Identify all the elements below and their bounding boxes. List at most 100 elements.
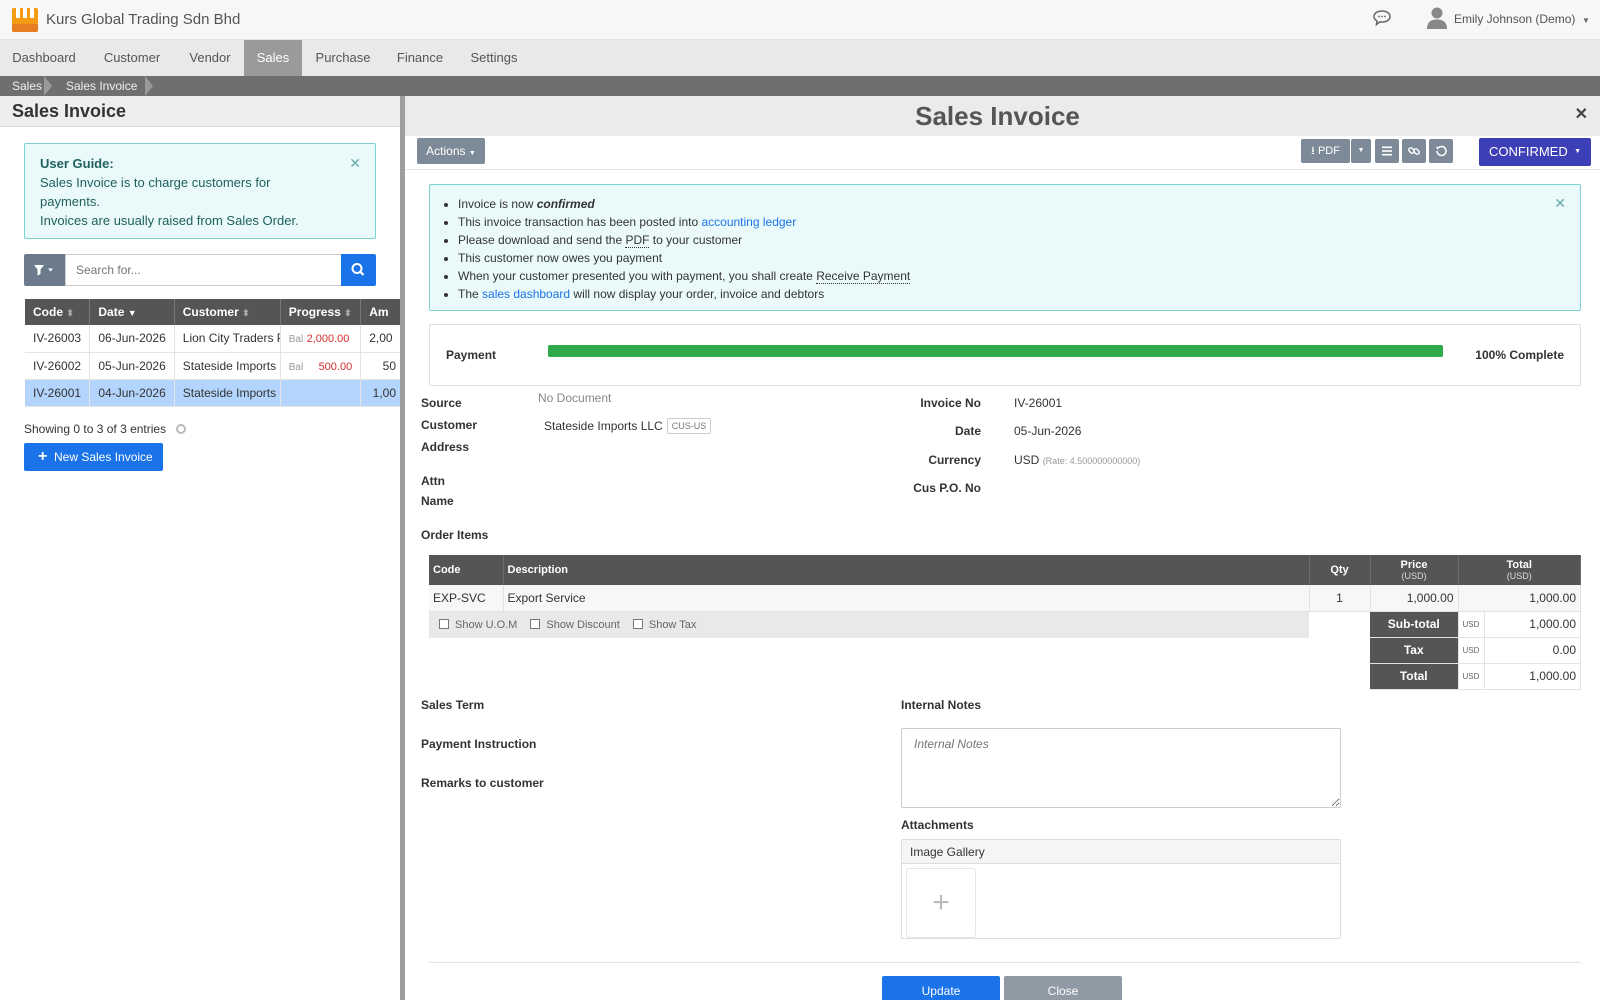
table-row-selected[interactable]: IV-26001 04-Jun-2026 Stateside Imports I… [25, 379, 400, 407]
notice-item: Invoice is now confirmed [458, 195, 1565, 213]
user-avatar-icon[interactable] [1426, 6, 1448, 30]
row-amount: 1,00 [360, 379, 400, 407]
date-label: Date [954, 424, 981, 438]
update-button[interactable]: Update [882, 976, 1000, 1000]
breadcrumb-sales-invoice[interactable]: Sales Invoice [66, 76, 137, 96]
col-price: Price (USD) [1370, 555, 1459, 585]
order-items-header: Code Description Qty Price (USD) Total (US… [429, 555, 1581, 585]
address-label: Address [421, 440, 470, 454]
breadcrumb-sales[interactable]: Sales [12, 76, 42, 96]
order-items-table: Code Description Qty Price (USD) Total (US… [429, 555, 1581, 690]
sales-dashboard-link[interactable]: sales dashboard [482, 287, 570, 301]
column-header-amount[interactable]: Am [360, 299, 400, 325]
nav-dashboard[interactable]: Dashboard [0, 40, 88, 76]
column-header-date[interactable]: Date ▼ [89, 299, 175, 325]
actions-button[interactable]: Actions ▼ [417, 138, 485, 164]
nav-settings[interactable]: Settings [456, 40, 532, 76]
breadcrumb: Sales Sales Invoice [0, 76, 1600, 96]
notice-item: Please download and send the PDF to your… [458, 231, 1565, 249]
row-amount: 50 [360, 352, 400, 380]
row-progress: Bal 2,000.00 [280, 325, 362, 353]
company-logo-icon[interactable] [12, 8, 38, 32]
show-tax-checkbox[interactable] [632, 618, 643, 629]
column-header-code[interactable]: Code ⬍ [25, 299, 91, 325]
nav-finance[interactable]: Finance [384, 40, 456, 76]
search-input[interactable] [65, 254, 342, 286]
pdf-button[interactable]: ⭳ PDF [1301, 139, 1350, 163]
col-total: Total (USD) [1458, 555, 1581, 585]
user-menu-caret-icon[interactable]: ▼ [1582, 16, 1590, 25]
display-options: Show U.O.M Show Discount Show Tax [429, 611, 1370, 689]
order-items-title: Order Items [421, 528, 489, 542]
invoice-no-label: Invoice No [920, 396, 981, 410]
internal-notes-field[interactable] [901, 728, 1341, 808]
nav-vendor[interactable]: Vendor [176, 40, 244, 76]
add-image-plus-icon[interactable]: + [906, 868, 976, 938]
receive-payment-link[interactable]: Receive Payment [816, 269, 911, 284]
filter-button[interactable] [24, 254, 66, 286]
close-icon[interactable]: ✕ [349, 154, 361, 173]
total-label: Total [1370, 663, 1459, 690]
customer-value[interactable]: Stateside Imports LLC [544, 419, 663, 433]
new-sales-invoice-button[interactable]: + New Sales Invoice [24, 443, 163, 471]
accounting-ledger-link[interactable]: accounting ledger [701, 215, 796, 229]
close-icon[interactable]: ✕ [1575, 104, 1588, 124]
invoice-list-panel: Sales Invoice User Guide: Sales Invoice … [0, 96, 400, 1000]
link-icon [1408, 147, 1420, 155]
item-price: 1,000.00 [1370, 585, 1459, 612]
image-gallery: Image Gallery + [901, 839, 1341, 939]
subtotal-label: Sub-total [1370, 611, 1459, 638]
chat-icon[interactable] [1372, 9, 1392, 27]
show-tax-label[interactable]: Show Tax [649, 619, 697, 631]
pdf-dropdown-button[interactable]: ▼ [1351, 139, 1371, 163]
subtotal-value: 1,000.00 [1484, 611, 1581, 638]
gear-icon[interactable] [176, 424, 186, 434]
invoice-detail-panel: Sales Invoice ✕ Actions ▼ ⭳ PDF ▼ CONFIR… [405, 96, 1600, 1000]
total-currency: USD [1458, 663, 1485, 690]
customer-label: Customer [421, 418, 478, 432]
status-label: CONFIRMED [1489, 144, 1568, 159]
close-icon[interactable]: ✕ [1554, 195, 1566, 212]
link-button[interactable] [1402, 139, 1426, 163]
show-discount-label[interactable]: Show Discount [546, 619, 619, 631]
table-row[interactable]: IV-26003 06-Jun-2026 Lion City Traders P… [25, 325, 400, 353]
internal-notes-label: Internal Notes [901, 698, 982, 712]
detail-header: Sales Invoice ✕ [405, 96, 1600, 136]
row-customer: Lion City Traders P [174, 325, 281, 353]
payment-progress-fill [548, 345, 1443, 357]
table-row[interactable]: IV-26002 05-Jun-2026 Stateside Imports I… [25, 352, 400, 380]
show-uom-label[interactable]: Show U.O.M [455, 619, 517, 631]
nav-purchase[interactable]: Purchase [302, 40, 384, 76]
col-code: Code [429, 555, 504, 585]
breadcrumb-separator-icon [145, 76, 153, 96]
column-header-customer[interactable]: Customer ⬍ [174, 299, 281, 325]
show-discount-checkbox[interactable] [530, 618, 541, 629]
nav-customer[interactable]: Customer [88, 40, 176, 76]
status-confirmed-button[interactable]: CONFIRMED ▼ [1479, 138, 1591, 166]
pdf-link[interactable]: PDF [625, 233, 650, 248]
chevron-down-icon: ▼ [1574, 148, 1581, 155]
row-date: 06-Jun-2026 [89, 325, 175, 353]
show-uom-checkbox[interactable] [439, 618, 449, 629]
user-name[interactable]: Emily Johnson (Demo) [1454, 12, 1575, 26]
nav-sales[interactable]: Sales [244, 40, 302, 76]
search-icon [351, 263, 365, 276]
row-customer: Stateside Imports I [174, 352, 281, 380]
close-button[interactable]: Close [1004, 976, 1122, 1000]
payment-progress-text: 100% Complete [1475, 348, 1564, 362]
notice-item: When your customer presented you with pa… [458, 267, 1565, 285]
order-item-row[interactable]: EXP-SVC Export Service 1 1,000.00 1,000.… [429, 585, 1581, 612]
col-description: Description [503, 555, 1310, 585]
list-view-button[interactable] [1375, 139, 1399, 163]
column-header-progress[interactable]: Progress ⬍ [280, 299, 362, 325]
history-button[interactable] [1429, 139, 1453, 163]
user-guide-alert: User Guide: Sales Invoice is to charge c… [24, 143, 376, 239]
row-progress [280, 379, 362, 407]
plus-icon: + [38, 448, 48, 465]
row-progress: Bal 500.00 [280, 352, 362, 380]
attachments-label: Attachments [901, 818, 974, 832]
top-bar: Kurs Global Trading Sdn Bhd Emily Johnso… [0, 0, 1600, 40]
new-sales-invoice-label: New Sales Invoice [54, 450, 153, 464]
search-button[interactable] [341, 254, 376, 286]
company-name[interactable]: Kurs Global Trading Sdn Bhd [46, 11, 240, 28]
